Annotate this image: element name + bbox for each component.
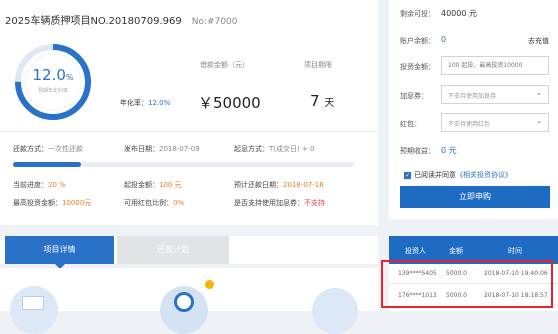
term-value: 7 天 [310,92,335,110]
agree-row[interactable]: ✓ 已阅读并同意《相关投资协议》 [404,170,512,180]
progress-fill [13,162,82,167]
redpack-select[interactable]: 不支持使用红包 ⌄ [441,113,549,132]
check-icon[interactable]: ✓ [404,172,411,179]
records-header-time: 时间 [508,247,522,255]
records-header-investor: 投资人 [405,247,426,255]
redpack-select-value: 不支持使用红包 [448,121,491,128]
max-investment: 最高投资金额：10000元 [13,199,92,207]
coins-illustration [312,288,358,334]
addrate-support: 是否支持使用加息券：不支持 [234,199,325,207]
remaining-label: 剩余可投： [400,10,435,18]
rate-value: 12.0% [32,66,74,84]
expected-value: 0 元 [441,146,457,155]
tab-repay-plan[interactable]: 还款计划 [117,236,229,264]
recharge-link[interactable]: 去充值 [528,36,549,46]
interest-method: 起息方式：T(成交日) + 0 [234,145,315,153]
expected-repay-date: 预计还款日期：2018-07-16 [234,181,324,189]
repay-method: 还款方式：一次性还款 [13,145,83,153]
project-number: No:#7000 [191,17,238,27]
expected-label: 预期收益： [400,147,435,155]
balance-label: 账户余额： [400,37,435,45]
progress-bar [13,162,354,167]
publish-date: 发布日期：2018-07-09 [124,145,200,153]
amount-value: ￥50000 [198,94,261,112]
invest-amount-input[interactable] [441,56,549,75]
coupon-select[interactable]: 不支持使用加息券 ⌄ [441,85,549,104]
coupon-select-value: 不支持使用加息券 [448,93,497,100]
invest-amount-label: 投资金额： [400,63,435,71]
tab-details[interactable]: 项目详情 [5,236,114,269]
chevron-down-icon: ⌄ [536,117,542,125]
min-investment: 起投金额：100 元 [124,181,182,189]
redpack-label: 红包： [400,120,421,128]
project-title: 2025车辆质押项目NO.20180709.969 [5,16,182,27]
coins-icon [205,280,214,289]
annual-rate: 年化率：12.0% [120,99,171,107]
coupon-label: 加息券： [400,92,428,100]
rate-label: 预期年化利率 [37,88,68,94]
agreement-link[interactable]: 《相关投资协议》 [456,171,512,179]
buy-button[interactable]: 立即申购 [400,186,550,208]
document-icon [10,286,58,334]
current-progress: 当前进度：20 % [13,181,66,189]
project-title-row: 2025车辆质押项目NO.20180709.969 No:#7000 [5,12,237,27]
document-icon-sheet [22,296,44,310]
term-label: 项目期限 [304,61,332,69]
stopwatch-face [174,292,194,312]
balance-value: 0 [441,35,447,44]
coupon-ratio: 可用红包比例：0% [124,199,185,207]
divider [0,131,378,132]
highlight-box [381,260,553,308]
records-header-amount: 金额 [449,247,463,255]
amount-label: 借款金额（元） [200,61,249,69]
agree-text: 已阅读并同意 [414,171,456,179]
chevron-down-icon: ⌄ [536,89,542,97]
remaining-value: 40000 元 [441,9,477,18]
